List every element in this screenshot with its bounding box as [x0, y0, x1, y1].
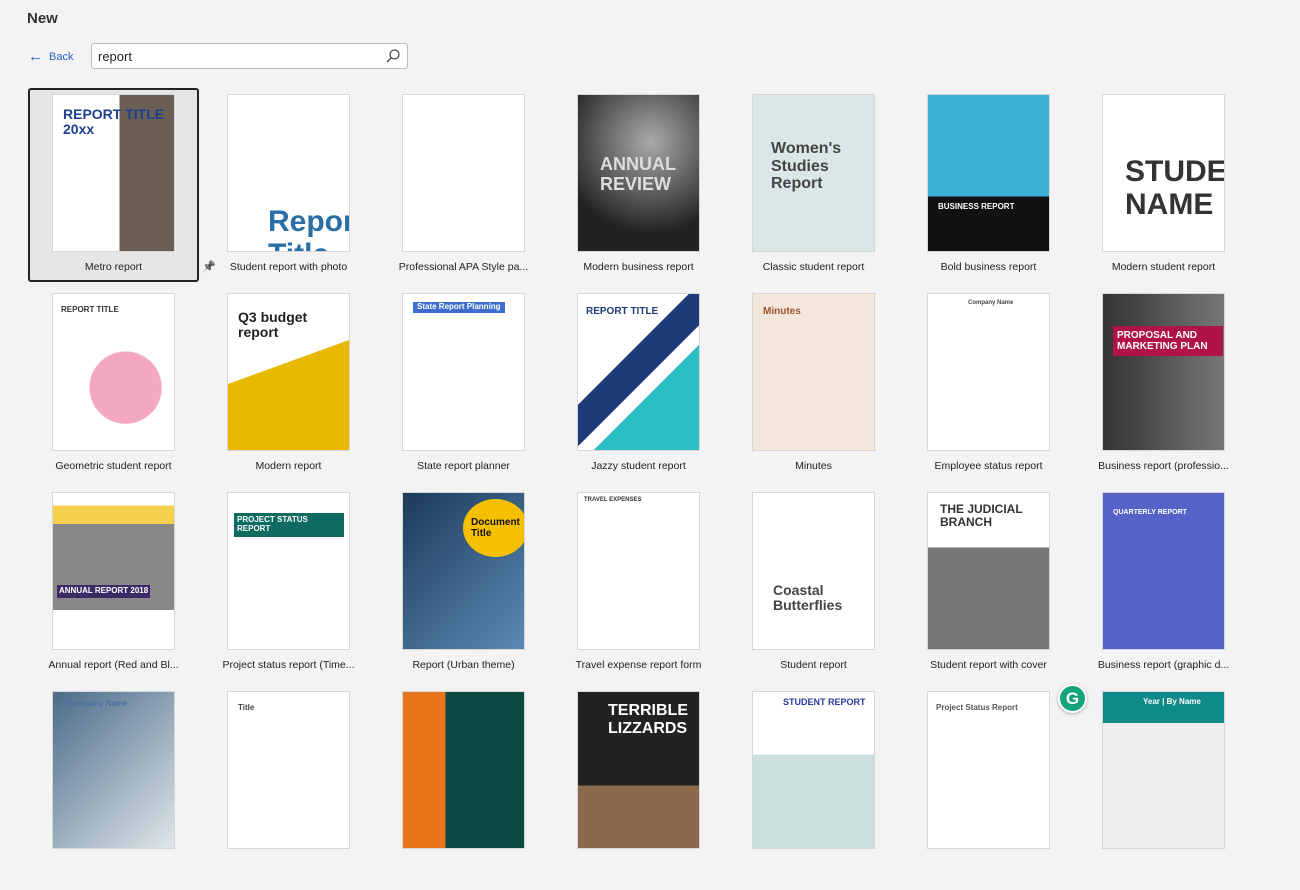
template-thumbnail[interactable]: STUDENT'S NAME	[1102, 94, 1225, 252]
template-label: Geometric student report	[55, 460, 172, 472]
thumbnail-title: Document Title	[463, 499, 524, 557]
template-card[interactable]	[402, 691, 577, 890]
thumbnail-title: ANNUAL REVIEW	[600, 154, 676, 194]
template-card[interactable]: Year | By Name	[1102, 691, 1277, 890]
thumbnail-title: Project Status Report	[936, 703, 1018, 712]
template-label: Employee status report	[934, 460, 1043, 472]
thumbnail-title: Q3 budget report	[238, 309, 308, 341]
back-button[interactable]: ← Back	[28, 48, 73, 65]
thumbnail-title: TERRIBLE LIZZARDS	[608, 702, 688, 737]
template-label: Report (Urban theme)	[412, 659, 515, 671]
template-thumbnail[interactable]: Year | By Name	[1102, 691, 1225, 849]
template-card[interactable]: Company Name	[52, 691, 227, 890]
thumbnail-title: QUARTERLY REPORT	[1113, 509, 1187, 516]
search-box[interactable]	[91, 43, 408, 69]
template-thumbnail[interactable]: REPORT TITLE 20xx	[52, 94, 175, 252]
thumbnail-title: PROPOSAL AND MARKETING PLAN	[1113, 326, 1223, 356]
template-thumbnail[interactable]: Project Status Report	[927, 691, 1050, 849]
thumbnail-title: Women's Studies Report	[771, 140, 842, 193]
template-label: Bold business report	[940, 261, 1037, 273]
thumbnail-title: REPORT TITLE	[586, 306, 659, 317]
template-label: Classic student report	[762, 261, 865, 273]
template-label: Jazzy student report	[591, 460, 686, 472]
template-thumbnail[interactable]: REPORT TITLE	[52, 293, 175, 451]
arrow-left-icon: ←	[28, 48, 43, 65]
template-label: Student report	[780, 659, 847, 671]
template-card[interactable]: Title	[227, 691, 402, 890]
template-thumbnail[interactable]: STUDENT REPORT	[752, 691, 875, 849]
template-thumbnail[interactable]: Company Name	[927, 293, 1050, 451]
template-thumbnail[interactable]: THE JUDICIAL BRANCH	[927, 492, 1050, 650]
thumbnail-title: REPORT TITLE	[61, 305, 119, 314]
template-label: Business report (professio...	[1098, 460, 1229, 472]
template-thumbnail[interactable]: REPORT TITLE	[577, 293, 700, 451]
thumbnail-title: State Report Planning	[413, 302, 505, 313]
thumbnail-title: Report Title	[268, 205, 349, 251]
thumbnail-title: REPORT TITLE 20xx	[63, 106, 165, 138]
template-thumbnail[interactable]: TERRIBLE LIZZARDS	[577, 691, 700, 849]
template-card[interactable]: Project Status Report	[927, 691, 1102, 890]
thumbnail-title: STUDENT'S NAME	[1125, 155, 1225, 221]
template-label: Professional APA Style pa...	[398, 261, 529, 273]
template-thumbnail[interactable]: Company Name	[52, 691, 175, 849]
template-thumbnail[interactable]: PROPOSAL AND MARKETING PLAN	[1102, 293, 1225, 451]
template-card[interactable]: QUARTERLY REPORT Business report (graphic…	[1098, 492, 1277, 691]
search-input[interactable]	[92, 44, 372, 68]
template-label: Metro report	[84, 261, 143, 273]
template-card[interactable]: PROPOSAL AND MARKETING PLAN Business repo…	[1098, 293, 1277, 492]
template-thumbnail[interactable]: ANNUAL REPORT 2018	[52, 492, 175, 650]
thumbnail-title: BUSINESS REPORT	[938, 202, 1015, 211]
thumbnail-title: Minutes	[763, 306, 801, 317]
page-title: New	[27, 10, 58, 27]
template-thumbnail[interactable]: State Report Planning	[402, 293, 525, 451]
thumbnail-title: ANNUAL REPORT 2018	[57, 585, 151, 598]
template-label: Business report (graphic d...	[1097, 659, 1230, 671]
template-label: Annual report (Red and Bl...	[48, 659, 179, 671]
thumbnail-title: TRAVEL EXPENSES	[584, 497, 642, 503]
template-thumbnail[interactable]: Minutes	[752, 293, 875, 451]
template-label: Student report with photo	[229, 261, 348, 273]
thumbnail-title: Coastal Butterflies	[773, 582, 843, 614]
template-label: Student report with cover	[930, 659, 1047, 671]
template-thumbnail[interactable]: Title	[227, 691, 350, 849]
template-card[interactable]: TERRIBLE LIZZARDS	[577, 691, 752, 890]
template-thumbnail[interactable]: Coastal Butterflies	[752, 492, 875, 650]
template-label: State report planner	[417, 460, 510, 472]
template-card[interactable]: STUDENT REPORT	[752, 691, 927, 890]
template-thumbnail[interactable]: BUSINESS REPORT	[927, 94, 1050, 252]
template-label: Modern business report	[583, 261, 694, 273]
template-thumbnail[interactable]	[402, 94, 525, 252]
thumbnail-title: Company Name	[968, 300, 1014, 306]
thumbnail-title: Title	[238, 703, 255, 712]
thumbnail-title: Year | By Name	[1143, 697, 1201, 706]
template-label: Travel expense report form	[575, 659, 702, 671]
template-label: Minutes	[795, 460, 832, 472]
search-icon[interactable]	[385, 48, 401, 64]
thumbnail-title: Company Name	[67, 699, 128, 708]
template-card[interactable]: STUDENT'S NAME Modern student report	[1102, 94, 1277, 293]
template-thumbnail[interactable]: QUARTERLY REPORT	[1102, 492, 1225, 650]
template-label: Project status report (Time...	[222, 659, 355, 671]
thumbnail-title: PROJECT STATUS REPORT	[234, 513, 344, 537]
thumbnail-title: STUDENT REPORT	[783, 697, 866, 707]
template-thumbnail[interactable]: Q3 budget report	[227, 293, 350, 451]
template-thumbnail[interactable]	[402, 691, 525, 849]
template-thumbnail[interactable]: PROJECT STATUS REPORT	[227, 492, 350, 650]
thumbnail-title: THE JUDICIAL BRANCH	[940, 502, 1023, 530]
template-label: Modern student report	[1111, 261, 1216, 273]
back-label: Back	[49, 50, 74, 63]
template-thumbnail[interactable]: TRAVEL EXPENSES	[577, 492, 700, 650]
template-thumbnail[interactable]: Document Title	[402, 492, 525, 650]
grammarly-icon[interactable]: G	[1058, 684, 1087, 713]
template-thumbnail[interactable]: Women's Studies Report	[752, 94, 875, 252]
template-thumbnail[interactable]: ANNUAL REVIEW	[577, 94, 700, 252]
template-thumbnail[interactable]: Report Title	[227, 94, 350, 252]
template-label: Modern report	[255, 460, 322, 472]
